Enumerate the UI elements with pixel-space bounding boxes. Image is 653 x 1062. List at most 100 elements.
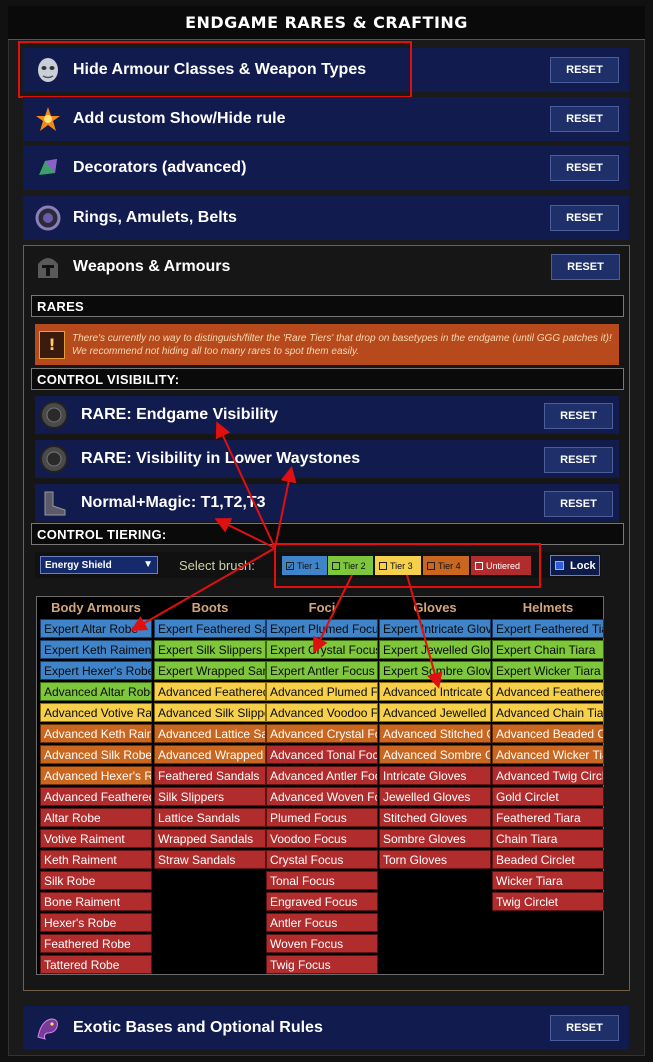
grid-cell[interactable]: Advanced Wrapped Sandals bbox=[154, 745, 266, 764]
grid-cell[interactable]: Jewelled Gloves bbox=[379, 787, 491, 806]
grid-cell[interactable]: Advanced Silk Robe bbox=[40, 745, 152, 764]
grid-cell[interactable]: Advanced Feathered Robe bbox=[40, 787, 152, 806]
grid-cell[interactable]: Advanced Sombre Gloves bbox=[379, 745, 491, 764]
grid-cell[interactable]: Woven Focus bbox=[266, 934, 378, 953]
grid-cell[interactable]: Feathered Sandals bbox=[154, 766, 266, 785]
spark-icon bbox=[31, 102, 65, 136]
grid-cell[interactable]: Expert Crystal Focus bbox=[266, 640, 378, 659]
grid-cell[interactable]: Intricate Gloves bbox=[379, 766, 491, 785]
grid-cell[interactable]: Expert Hexer's Robe bbox=[40, 661, 152, 680]
grid-cell[interactable]: Feathered Robe bbox=[40, 934, 152, 953]
grid-cell[interactable]: Expert Wrapped Sandals bbox=[154, 661, 266, 680]
grid-cell[interactable]: Gold Circlet bbox=[492, 787, 604, 806]
grid-cell[interactable]: Expert Jewelled Gloves bbox=[379, 640, 491, 659]
grid-cell[interactable]: Advanced Plumed Focus bbox=[266, 682, 378, 701]
section-decorators[interactable]: Decorators (advanced) RESET bbox=[23, 146, 629, 190]
grid-cell[interactable]: Engraved Focus bbox=[266, 892, 378, 911]
section-weapons-armours[interactable]: Weapons & Armours RESET bbox=[23, 245, 630, 289]
reset-button[interactable]: RESET bbox=[544, 403, 613, 429]
reset-button[interactable]: RESET bbox=[550, 1015, 619, 1041]
grid-cell[interactable]: Advanced Crystal Focus bbox=[266, 724, 378, 743]
grid-cell[interactable]: Crystal Focus bbox=[266, 850, 378, 869]
grid-cell[interactable]: Hexer's Robe bbox=[40, 913, 152, 932]
reset-button[interactable]: RESET bbox=[550, 106, 619, 132]
grid-cell[interactable]: Twig Circlet bbox=[492, 892, 604, 911]
grid-cell[interactable]: Advanced Lattice Sandals bbox=[154, 724, 266, 743]
grid-cell[interactable]: Expert Intricate Gloves bbox=[379, 619, 491, 638]
grid-cell[interactable]: Altar Robe bbox=[40, 808, 152, 827]
section-exotic-bases[interactable]: Exotic Bases and Optional Rules RESET bbox=[23, 1006, 629, 1050]
grid-cell[interactable]: Chain Tiara bbox=[492, 829, 604, 848]
grid-cell[interactable]: Tattered Robe bbox=[40, 955, 152, 974]
grid-column: Gloves Expert Intricate Gloves Expert Jewe… bbox=[379, 600, 491, 871]
grid-cell[interactable]: Advanced Wicker Tiara bbox=[492, 745, 604, 764]
grid-cell[interactable]: Wicker Tiara bbox=[492, 871, 604, 890]
grid-cell[interactable]: Expert Sombre Gloves bbox=[379, 661, 491, 680]
grid-cell[interactable]: Expert Antler Focus bbox=[266, 661, 378, 680]
grid-cell[interactable]: Straw Sandals bbox=[154, 850, 266, 869]
lock-toggle[interactable]: Lock bbox=[550, 555, 600, 576]
grid-cell[interactable]: Lattice Sandals bbox=[154, 808, 266, 827]
grid-cell[interactable]: Advanced Beaded Circlet bbox=[492, 724, 604, 743]
grid-cell[interactable]: Twig Focus bbox=[266, 955, 378, 974]
grid-cell[interactable]: Plumed Focus bbox=[266, 808, 378, 827]
grid-cell[interactable]: Voodoo Focus bbox=[266, 829, 378, 848]
grid-cell[interactable]: Advanced Silk Slippers bbox=[154, 703, 266, 722]
gem-icon bbox=[31, 151, 65, 185]
grid-cell[interactable]: Advanced Hexer's Robe bbox=[40, 766, 152, 785]
section-label: Weapons & Armours bbox=[73, 258, 231, 275]
visibility-normal-magic[interactable]: Normal+Magic: T1,T2,T3 RESET bbox=[35, 484, 619, 522]
control-tiering-header: CONTROL TIERING: bbox=[31, 523, 624, 545]
grid-cell[interactable]: Expert Plumed Focus bbox=[266, 619, 378, 638]
reset-button[interactable]: RESET bbox=[544, 447, 613, 473]
grid-cell[interactable]: Votive Raiment bbox=[40, 829, 152, 848]
grid-cell[interactable]: Stitched Gloves bbox=[379, 808, 491, 827]
section-rings-amulets[interactable]: Rings, Amulets, Belts RESET bbox=[23, 196, 629, 240]
grid-cell[interactable]: Advanced Feathered Tiara bbox=[492, 682, 604, 701]
grid-cell[interactable]: Torn Gloves bbox=[379, 850, 491, 869]
grid-cell[interactable]: Keth Raiment bbox=[40, 850, 152, 869]
grid-cell[interactable]: Expert Feathered Sandals bbox=[154, 619, 266, 638]
grid-cell[interactable]: Expert Wicker Tiara bbox=[492, 661, 604, 680]
grid-cell[interactable]: Advanced Altar Robe bbox=[40, 682, 152, 701]
grid-cell[interactable]: Advanced Feathered Sandals bbox=[154, 682, 266, 701]
grid-cell[interactable]: Advanced Intricate Gloves bbox=[379, 682, 491, 701]
grid-cell[interactable]: Advanced Tonal Focus bbox=[266, 745, 378, 764]
armour-type-select[interactable]: Energy Shield ▼ bbox=[40, 556, 158, 574]
reset-button[interactable]: RESET bbox=[551, 254, 620, 280]
visibility-lower-waystones[interactable]: RARE: Visibility in Lower Waystones RESE… bbox=[35, 440, 619, 478]
grid-cell[interactable]: Advanced Voodoo Focus bbox=[266, 703, 378, 722]
grid-cell[interactable]: Sombre Gloves bbox=[379, 829, 491, 848]
grid-cell[interactable]: Expert Keth Raiment bbox=[40, 640, 152, 659]
reset-button[interactable]: RESET bbox=[550, 57, 619, 83]
grid-cell[interactable]: Expert Altar Robe bbox=[40, 619, 152, 638]
grid-cell[interactable]: Advanced Votive Raiment bbox=[40, 703, 152, 722]
page-title: ENDGAME RARES & CRAFTING bbox=[185, 13, 468, 32]
reset-button[interactable]: RESET bbox=[544, 491, 613, 517]
reset-button[interactable]: RESET bbox=[550, 155, 619, 181]
grid-cell[interactable]: Advanced Twig Circlet bbox=[492, 766, 604, 785]
grid-cell[interactable]: Silk Robe bbox=[40, 871, 152, 890]
annotation-highlight bbox=[274, 543, 541, 588]
reset-button[interactable]: RESET bbox=[550, 205, 619, 231]
lock-checkbox bbox=[555, 561, 564, 570]
grid-cell[interactable]: Silk Slippers bbox=[154, 787, 266, 806]
grid-cell[interactable]: Bone Raiment bbox=[40, 892, 152, 911]
grid-cell[interactable]: Expert Chain Tiara bbox=[492, 640, 604, 659]
grid-cell[interactable]: Advanced Antler Focus bbox=[266, 766, 378, 785]
grid-cell[interactable]: Advanced Stitched Gloves bbox=[379, 724, 491, 743]
grid-cell[interactable]: Advanced Woven Focus bbox=[266, 787, 378, 806]
section-custom-rule[interactable]: Add custom Show/Hide rule RESET bbox=[23, 97, 629, 141]
grid-cell[interactable]: Feathered Tiara bbox=[492, 808, 604, 827]
grid-cell[interactable]: Wrapped Sandals bbox=[154, 829, 266, 848]
grid-cell[interactable]: Advanced Keth Raiment bbox=[40, 724, 152, 743]
grid-cell[interactable]: Beaded Circlet bbox=[492, 850, 604, 869]
grid-cell[interactable]: Advanced Jewelled Gloves bbox=[379, 703, 491, 722]
grid-cell[interactable]: Expert Feathered Tiara bbox=[492, 619, 604, 638]
grid-cell[interactable]: Advanced Chain Tiara bbox=[492, 703, 604, 722]
grid-cell[interactable]: Antler Focus bbox=[266, 913, 378, 932]
grid-cell[interactable]: Tonal Focus bbox=[266, 871, 378, 890]
visibility-endgame[interactable]: RARE: Endgame Visibility RESET bbox=[35, 396, 619, 434]
column-header: Foci bbox=[308, 600, 336, 615]
grid-cell[interactable]: Expert Silk Slippers bbox=[154, 640, 266, 659]
